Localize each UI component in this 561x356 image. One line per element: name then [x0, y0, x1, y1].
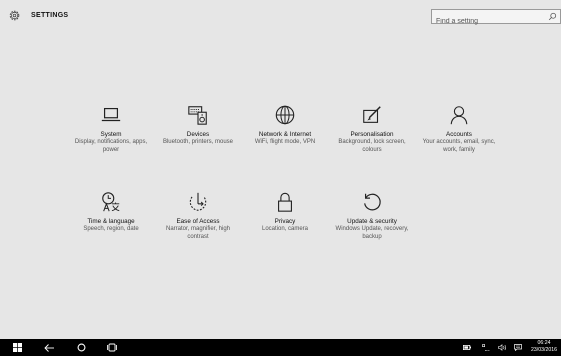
tile-devices[interactable]: Devices Bluetooth, printers, mouse	[153, 104, 243, 147]
tile-ease-of-access[interactable]: Ease of Access Narrator, magnifier, high…	[153, 191, 243, 241]
network-icon	[482, 344, 490, 351]
tile-privacy-desc: Location, camera	[261, 226, 309, 232]
message-icon	[514, 344, 522, 351]
tile-update-security-desc: Windows Update, recovery, backup	[335, 226, 409, 240]
ease-of-access-icon	[189, 192, 207, 211]
clock-time: 06:24	[537, 340, 551, 346]
time-language-icon	[102, 192, 120, 212]
tile-privacy-label: Privacy	[274, 218, 296, 225]
tile-system-label: System	[100, 131, 122, 138]
tile-personalisation[interactable]: Personalisation Background, lock screen,…	[327, 104, 417, 154]
battery-button[interactable]	[461, 339, 473, 356]
taskbar-clock[interactable]: 06:24 23/03/2016	[529, 340, 559, 354]
tile-devices-desc: Bluetooth, printers, mouse	[162, 139, 234, 145]
tile-accounts-desc: Your accounts, email, sync, work, family	[422, 139, 496, 153]
tile-ease-of-access-desc: Narrator, magnifier, high contrast	[165, 226, 231, 240]
task-view-icon	[107, 343, 117, 352]
cortana-circle-icon	[77, 343, 85, 352]
tile-personalisation-label: Personalisation	[350, 131, 394, 138]
back-arrow-icon	[44, 343, 54, 352]
tile-update-security[interactable]: Update & security Windows Update, recove…	[327, 191, 417, 241]
person-icon	[450, 106, 468, 125]
tile-personalisation-desc: Background, lock screen, colours	[338, 139, 406, 153]
laptop-icon	[101, 107, 121, 122]
tile-network-desc: WiFi, flight mode, VPN	[254, 139, 316, 145]
tile-privacy[interactable]: Privacy Location, camera	[240, 191, 330, 234]
tile-time-language-label: Time & language	[87, 218, 135, 225]
header-bar: SETTINGS	[0, 0, 561, 28]
search-box[interactable]	[431, 9, 561, 28]
tile-network-label: Network & Internet	[258, 131, 312, 138]
search-icon[interactable]	[548, 12, 557, 21]
page-title: SETTINGS	[31, 12, 69, 19]
paint-icon	[363, 106, 381, 123]
globe-icon	[275, 105, 295, 125]
tile-accounts-label: Accounts	[446, 131, 472, 138]
lock-icon	[278, 192, 292, 212]
volume-button[interactable]	[496, 339, 508, 356]
tile-network-internet[interactable]: Network & Internet WiFi, flight mode, VP…	[240, 104, 330, 147]
task-view-button[interactable]	[103, 339, 121, 356]
network-button[interactable]	[480, 339, 492, 356]
tile-time-language-desc: Speech, region, date	[83, 226, 139, 232]
update-icon	[364, 193, 381, 211]
tile-ease-of-access-label: Ease of Access	[176, 218, 220, 225]
devices-icon	[188, 106, 207, 125]
windows-logo-icon	[12, 343, 22, 352]
tile-system-desc: Display, notifications, apps, power	[74, 139, 148, 153]
tile-update-security-label: Update & security	[347, 218, 397, 225]
battery-icon	[463, 345, 471, 350]
tile-time-language[interactable]: Time & language Speech, region, date	[66, 191, 156, 234]
gear-icon	[9, 10, 20, 21]
volume-icon	[497, 344, 506, 351]
tile-system[interactable]: System Display, notifications, apps, pow…	[66, 104, 156, 154]
clock-date: 23/03/2016	[531, 347, 557, 353]
start-button[interactable]	[8, 339, 26, 356]
taskbar: 06:24 23/03/2016	[0, 339, 561, 356]
back-button[interactable]	[40, 339, 58, 356]
tile-devices-label: Devices	[186, 131, 210, 138]
search-cortana-button[interactable]	[72, 339, 90, 356]
tile-accounts[interactable]: Accounts Your accounts, email, sync, wor…	[414, 104, 504, 154]
action-center-button[interactable]	[512, 339, 524, 356]
search-input[interactable]	[432, 15, 546, 28]
